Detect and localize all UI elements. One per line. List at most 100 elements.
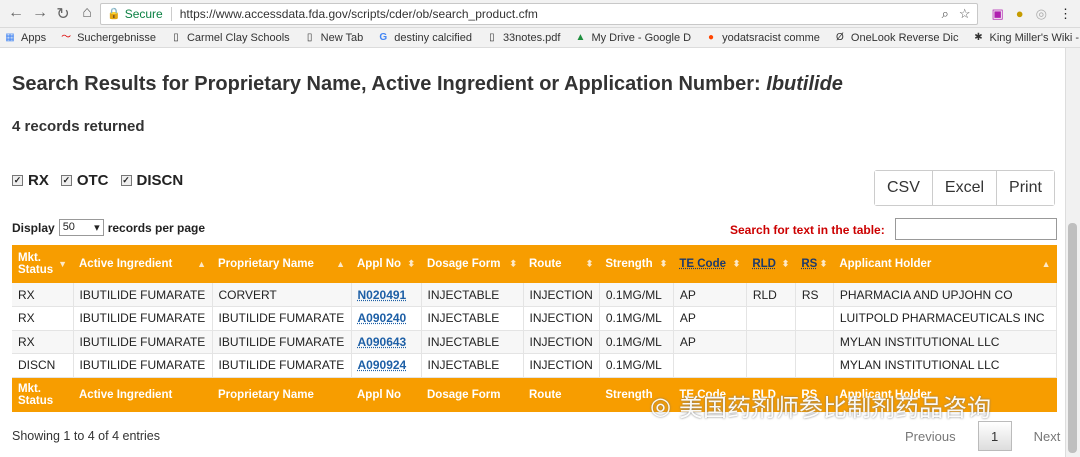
address-separator	[170, 6, 172, 21]
table-cell[interactable]: N020491	[351, 283, 422, 307]
footer-header: Dosage Form	[421, 377, 523, 412]
page-content: Search Results for Proprietary Name, Act…	[0, 48, 1080, 457]
bookmark-item[interactable]: ✱ King Miller's Wiki - A	[973, 32, 1080, 44]
next-button[interactable]: Next	[1026, 429, 1069, 444]
column-header[interactable]: TE Code ⬍	[673, 245, 747, 283]
column-header[interactable]: Appl No ⬍	[351, 245, 421, 283]
extension-icon[interactable]: ▣	[992, 6, 1004, 22]
url-text[interactable]: https://www.accessdata.fda.gov/scripts/c…	[180, 7, 942, 21]
checkbox-checked-icon[interactable]: ✓	[120, 175, 132, 186]
table-cell: IBUTILIDE FUMARATE	[212, 306, 352, 331]
sort-icon: ⬍	[819, 258, 828, 269]
page-button[interactable]: 1	[977, 421, 1012, 451]
excel-button[interactable]: Excel	[932, 171, 998, 205]
table-cell: INJECTION	[523, 330, 600, 354]
header-label: RS	[801, 258, 818, 270]
bookmark-item[interactable]: ～ Suchergebnisse	[60, 32, 156, 44]
home-icon[interactable]: ⌂	[80, 4, 94, 24]
filter-discn[interactable]: ✓ DISCN	[120, 172, 183, 189]
table-row: DISCN IBUTILIDE FUMARATE IBUTILIDE FUMARAT…	[12, 353, 1058, 378]
sort-icon: ⬍	[407, 258, 415, 269]
column-header[interactable]: Route ⬍	[523, 245, 600, 283]
reload-icon[interactable]: ↻	[56, 4, 70, 24]
application-number-link[interactable]: A090643	[358, 335, 407, 349]
secure-label: Secure	[124, 6, 163, 21]
page-scrollbar[interactable]	[1065, 48, 1080, 457]
footer-header: Active Ingredient	[73, 377, 212, 412]
bookmark-item[interactable]: ▯ New Tab	[304, 32, 363, 44]
header-label: Proprietary Name	[218, 258, 314, 270]
sort-icon: ⬍	[781, 258, 790, 269]
table-cell: AP	[673, 330, 747, 354]
bookmark-item[interactable]: Gdestiny calcified	[377, 32, 472, 44]
forward-icon[interactable]: →	[32, 4, 48, 24]
footer-header: Proprietary Name	[212, 377, 351, 412]
column-header[interactable]: Applicant Holder ▲	[833, 245, 1057, 283]
table-cell	[746, 353, 796, 378]
column-header[interactable]: Strength ⬍	[599, 245, 674, 283]
display-suffix: records per page	[107, 220, 206, 235]
address-actions: ⌕ ☆	[942, 6, 971, 22]
extension-icon[interactable]: ●	[1016, 6, 1024, 22]
table-cell: RLD	[746, 283, 796, 307]
table-cell[interactable]: A090240	[351, 306, 422, 331]
extension-icon[interactable]: ◎	[1036, 6, 1047, 22]
application-number-link[interactable]: A090240	[358, 311, 407, 325]
header-label: Dosage Form	[427, 258, 501, 270]
table-cell	[795, 306, 834, 331]
bookmark-star-icon[interactable]: ☆	[959, 6, 971, 22]
filter-rx[interactable]: ✓ RX	[12, 172, 49, 189]
bookmark-item[interactable]: Ø OneLook Reverse Dic	[834, 32, 959, 44]
menu-icon[interactable]: ⋮	[1059, 6, 1072, 22]
table-cell: IBUTILIDE FUMARATE	[73, 330, 213, 354]
bookmark-label: Suchergebnisse	[77, 31, 156, 44]
column-header[interactable]: Mkt. Status ▼	[12, 245, 73, 283]
table-cell: INJECTABLE	[421, 306, 524, 331]
bookmark-apps[interactable]: ▦ Apps	[4, 32, 46, 44]
column-header[interactable]: RLD ⬍	[746, 245, 796, 283]
checkbox-checked-icon[interactable]: ✓	[12, 175, 23, 186]
title-text: Search Results for Proprietary Name, Act…	[12, 73, 761, 95]
previous-button[interactable]: Previous	[897, 429, 964, 444]
footer-header: Appl No	[351, 377, 421, 412]
application-number-link[interactable]: N020491	[358, 288, 407, 302]
apps-icon: ▦	[5, 31, 15, 43]
header-label: Strength	[605, 258, 653, 270]
table-cell: INJECTION	[523, 283, 600, 307]
table-header-row: Mkt. Status ▼ Active Ingredient ▲ Propriet…	[12, 245, 1057, 283]
table-search-input[interactable]	[895, 218, 1057, 240]
print-button[interactable]: Print	[997, 171, 1054, 205]
sort-icon: ⬍	[659, 258, 668, 269]
table-cell	[795, 353, 834, 378]
table-cell[interactable]: A090643	[351, 330, 422, 354]
checkbox-checked-icon[interactable]: ✓	[60, 175, 72, 186]
header-label: Applicant Holder	[839, 258, 932, 270]
back-icon[interactable]: ←	[8, 4, 24, 24]
footer-header: Mkt. Status	[12, 377, 73, 412]
column-header[interactable]: Dosage Form ⬍	[421, 245, 523, 283]
bookmark-item[interactable]: ▯ Carmel Clay Schools	[170, 32, 289, 44]
address-bar[interactable]: 🔒 Secure https://www.accessdata.fda.gov/…	[100, 2, 978, 25]
table-cell[interactable]: A090924	[351, 353, 422, 378]
scrollbar-thumb[interactable]	[1068, 223, 1077, 453]
onelook-icon: Ø	[836, 31, 844, 43]
bookmarks-bar: ▦ Apps ～ Suchergebnisse ▯ Carmel Clay Schoo…	[0, 28, 1080, 48]
google-icon: G	[379, 31, 388, 43]
application-number-link[interactable]: A090924	[358, 358, 407, 372]
header-label: Mkt. Status	[18, 252, 54, 276]
records-per-page-select[interactable]: 50 ▾	[58, 219, 104, 236]
wiki-icon: ✱	[974, 31, 983, 43]
display-prefix: Display	[12, 220, 55, 235]
filter-otc[interactable]: ✓ OTC	[60, 172, 109, 189]
table-cell: AP	[673, 306, 747, 331]
bookmark-item[interactable]: ▲ My Drive - Google D	[574, 32, 691, 44]
column-header[interactable]: RS ⬍	[795, 245, 834, 283]
csv-button[interactable]: CSV	[875, 171, 933, 205]
column-header[interactable]: Active Ingredient ▲	[73, 245, 212, 283]
bookmark-item[interactable]: ● yodatsracist comme	[705, 32, 820, 44]
bookmark-item[interactable]: ▯ 33notes.pdf	[486, 32, 560, 44]
zoom-icon[interactable]: ⌕	[942, 6, 949, 22]
table-cell: INJECTABLE	[421, 283, 524, 307]
table-cell: 0.1MG/ML	[599, 353, 674, 378]
column-header[interactable]: Proprietary Name ▲	[212, 245, 351, 283]
